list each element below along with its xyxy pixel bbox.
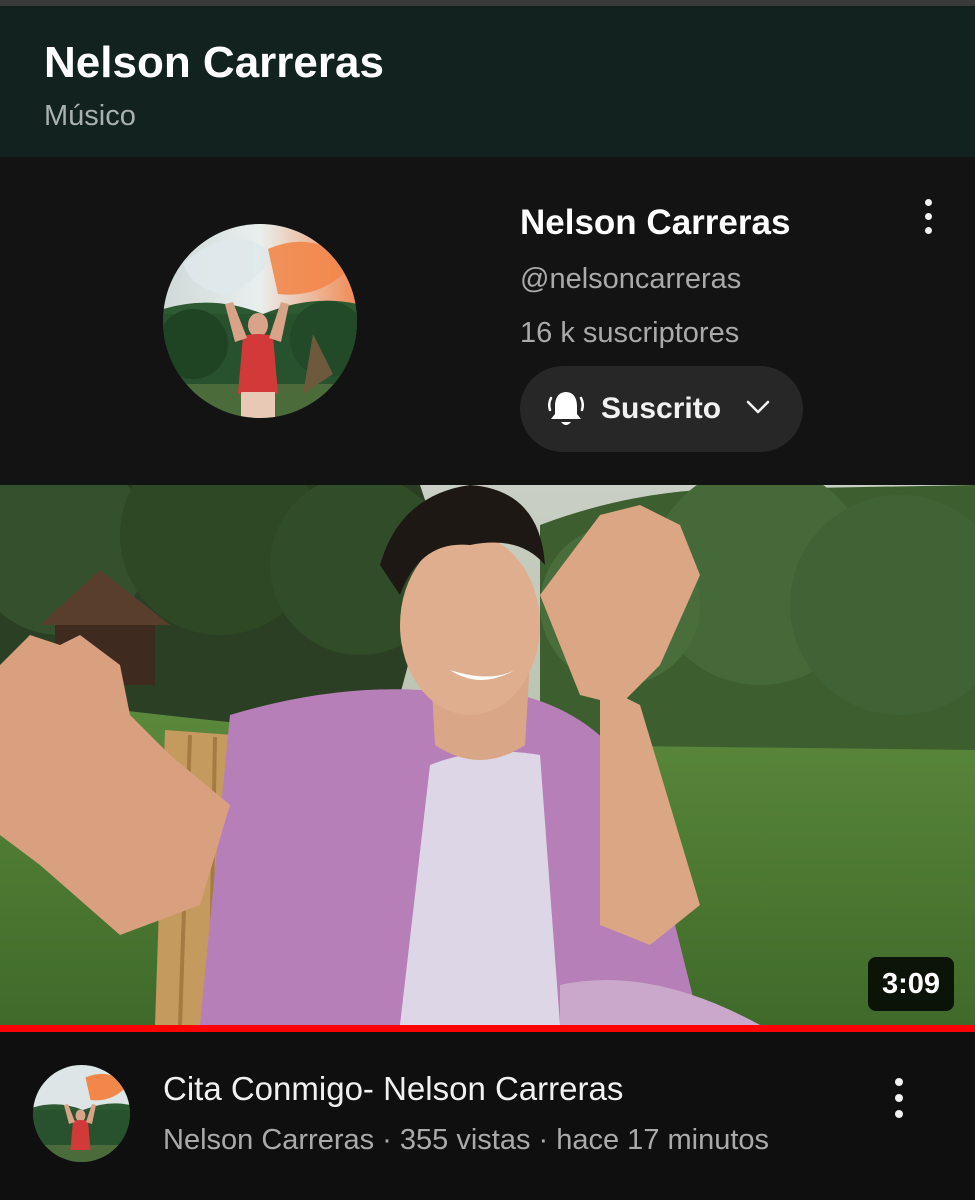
page-subtitle: Músico <box>44 100 136 132</box>
more-vert-icon[interactable] <box>915 197 943 237</box>
subscribed-button[interactable]: Suscrito <box>520 366 803 452</box>
video-info: Cita Conmigo- Nelson Carreras Nelson Car… <box>0 1032 975 1200</box>
video-title[interactable]: Cita Conmigo- Nelson Carreras <box>163 1070 623 1108</box>
page-header: Nelson Carreras Músico <box>0 6 975 157</box>
chevron-down-icon <box>746 400 770 414</box>
video-duration: 3:09 <box>868 957 954 1011</box>
watched-progress-bar <box>0 1025 975 1032</box>
channel-card: Nelson Carreras @nelsoncarreras 16 k sus… <box>0 157 975 485</box>
channel-name[interactable]: Nelson Carreras <box>520 203 790 243</box>
subscriber-count: 16 k suscriptores <box>520 317 740 349</box>
subscribed-label: Suscrito <box>601 392 722 425</box>
channel-avatar[interactable] <box>163 224 357 418</box>
video-thumbnail[interactable] <box>0 485 975 1025</box>
video-channel-avatar[interactable] <box>33 1065 130 1162</box>
page-title: Nelson Carreras <box>44 38 384 87</box>
bell-icon <box>547 392 585 425</box>
more-vert-icon[interactable] <box>885 1076 913 1120</box>
video-meta: Nelson Carreras · 355 vistas · hace 17 m… <box>163 1124 770 1156</box>
channel-handle: @nelsoncarreras <box>520 263 742 295</box>
